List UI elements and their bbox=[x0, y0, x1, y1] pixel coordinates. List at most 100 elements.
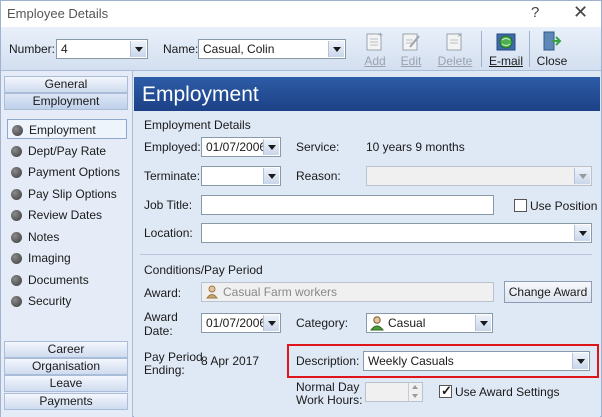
nav-item-imaging[interactable]: Imaging bbox=[7, 248, 127, 268]
service-value: 10 years 9 months bbox=[366, 140, 465, 154]
nav-header-career[interactable]: Career bbox=[4, 341, 128, 358]
nav-item-label: Imaging bbox=[28, 251, 71, 265]
nav-item-label: Review Dates bbox=[28, 208, 103, 222]
nav-item-label: Dept/Pay Rate bbox=[28, 144, 107, 158]
reason-select[interactable] bbox=[366, 166, 592, 186]
nav-item-label: Security bbox=[28, 294, 72, 308]
email-button[interactable]: E-mail bbox=[486, 27, 526, 71]
bullet-icon bbox=[11, 146, 22, 157]
close-label: Close bbox=[536, 54, 568, 68]
close-window-icon[interactable]: ✕ bbox=[573, 2, 588, 23]
edit-document-icon bbox=[402, 33, 420, 51]
nav-item-dept-pay-rate[interactable]: Dept/Pay Rate bbox=[7, 141, 127, 161]
number-label: Number: bbox=[9, 42, 56, 56]
nav-item-employment[interactable]: Employment bbox=[7, 119, 127, 139]
nav-item-pay-slip-options[interactable]: Pay Slip Options bbox=[7, 184, 127, 204]
employee-number-select[interactable]: 4 bbox=[56, 39, 148, 59]
job-title-label: Job Title: bbox=[144, 198, 193, 212]
nav-header-organisation[interactable]: Organisation bbox=[4, 358, 128, 375]
person-icon bbox=[370, 316, 384, 331]
bullet-icon bbox=[11, 253, 22, 264]
description-label: Description: bbox=[296, 354, 360, 368]
reason-label: Reason: bbox=[296, 169, 341, 183]
employed-date-picker[interactable]: 01/07/2006 bbox=[201, 137, 281, 157]
bullet-icon bbox=[11, 296, 22, 307]
title-bar: Employee Details ? ✕ bbox=[1, 1, 601, 27]
chevron-down-icon[interactable] bbox=[574, 225, 590, 241]
category-select[interactable]: Casual bbox=[366, 313, 493, 333]
nav-item-review-dates[interactable]: Review Dates bbox=[7, 205, 127, 225]
description-value: Weekly Casuals bbox=[368, 354, 454, 368]
spinner-buttons[interactable] bbox=[408, 383, 422, 401]
add-document-icon: + bbox=[366, 30, 383, 51]
add-button[interactable]: + Add bbox=[356, 27, 394, 71]
employee-name-select[interactable]: Casual, Colin bbox=[198, 39, 346, 59]
nav-item-label: Notes bbox=[28, 230, 60, 244]
change-award-button[interactable]: Change Award bbox=[504, 281, 592, 303]
normal-day-label-line1: Normal Day bbox=[296, 380, 360, 394]
normal-day-hours-spinner[interactable] bbox=[365, 382, 423, 402]
nav-item-notes[interactable]: Notes bbox=[7, 227, 127, 247]
employment-details-heading: Employment Details bbox=[144, 118, 251, 132]
nav-header-payments[interactable]: Payments bbox=[4, 393, 128, 410]
category-value: Casual bbox=[388, 316, 426, 330]
chevron-down-icon[interactable] bbox=[263, 315, 279, 331]
nav-item-security[interactable]: Security bbox=[7, 291, 127, 311]
use-award-settings-label: Use Award Settings bbox=[455, 385, 560, 399]
award-date-value: 01/07/2006 bbox=[206, 316, 267, 330]
section-banner: Employment bbox=[134, 77, 600, 111]
help-icon[interactable]: ? bbox=[531, 4, 539, 21]
delete-button[interactable]: × Delete bbox=[434, 27, 476, 71]
bullet-icon bbox=[11, 232, 22, 243]
delete-label: Delete bbox=[437, 54, 473, 68]
employee-details-window: Employee Details ? ✕ Number: 4 Name: Cas… bbox=[0, 0, 602, 417]
bullet-icon bbox=[11, 275, 22, 286]
name-label: Name: bbox=[163, 42, 199, 56]
use-position-checkbox[interactable] bbox=[514, 199, 527, 212]
terminate-date-picker[interactable] bbox=[201, 166, 281, 186]
employed-date-value: 01/07/2006 bbox=[206, 140, 267, 154]
normal-day-label-line2: Work Hours: bbox=[296, 393, 363, 407]
nav-header-employment[interactable]: Employment bbox=[4, 93, 128, 110]
employee-number-value: 4 bbox=[61, 42, 68, 56]
award-field: Casual Farm workers bbox=[201, 282, 494, 302]
chevron-down-icon[interactable] bbox=[572, 353, 588, 369]
pay-period-label-line2: Ending: bbox=[144, 363, 185, 377]
chevron-down-icon[interactable] bbox=[130, 41, 146, 57]
toolbar-separator bbox=[529, 31, 530, 67]
svg-text:×: × bbox=[457, 30, 462, 40]
use-award-settings-checkbox[interactable] bbox=[439, 383, 452, 399]
nav-header-leave[interactable]: Leave bbox=[4, 375, 128, 392]
pay-period-label-line1: Pay Period bbox=[144, 350, 203, 364]
nav-item-documents[interactable]: Documents bbox=[7, 270, 127, 290]
award-value: Casual Farm workers bbox=[223, 285, 338, 299]
spinner-down-icon[interactable] bbox=[412, 394, 418, 398]
edit-button[interactable]: Edit bbox=[392, 27, 430, 71]
job-title-input[interactable] bbox=[201, 195, 494, 215]
chevron-down-icon[interactable] bbox=[263, 139, 279, 155]
chevron-down-icon[interactable] bbox=[475, 315, 491, 331]
pay-period-ending-value: 8 Apr 2017 bbox=[201, 354, 260, 368]
service-label: Service: bbox=[296, 140, 340, 154]
use-position-label: Use Position bbox=[530, 199, 598, 213]
bullet-icon bbox=[11, 189, 22, 200]
section-divider bbox=[140, 254, 592, 255]
description-select[interactable]: Weekly Casuals bbox=[363, 351, 590, 371]
chevron-down-icon[interactable] bbox=[574, 168, 590, 184]
award-date-picker[interactable]: 01/07/2006 bbox=[201, 313, 281, 333]
nav-item-payment-options[interactable]: Payment Options bbox=[7, 162, 127, 182]
award-label: Award: bbox=[144, 286, 182, 300]
bullet-icon bbox=[11, 210, 22, 221]
chevron-down-icon[interactable] bbox=[328, 41, 344, 57]
delete-document-icon: × bbox=[446, 30, 462, 51]
nav-item-label: Pay Slip Options bbox=[28, 187, 117, 201]
svg-text:+: + bbox=[378, 30, 383, 40]
nav-header-general[interactable]: General bbox=[4, 76, 128, 93]
toolbar: Number: 4 Name: Casual, Colin + Add Edit… bbox=[1, 27, 601, 71]
close-button[interactable]: Close bbox=[533, 27, 571, 71]
spinner-up-icon[interactable] bbox=[412, 385, 418, 389]
location-select[interactable] bbox=[201, 223, 592, 243]
chevron-down-icon[interactable] bbox=[263, 168, 279, 184]
terminate-label: Terminate: bbox=[144, 169, 201, 183]
award-date-label-line1: Award bbox=[144, 310, 178, 324]
